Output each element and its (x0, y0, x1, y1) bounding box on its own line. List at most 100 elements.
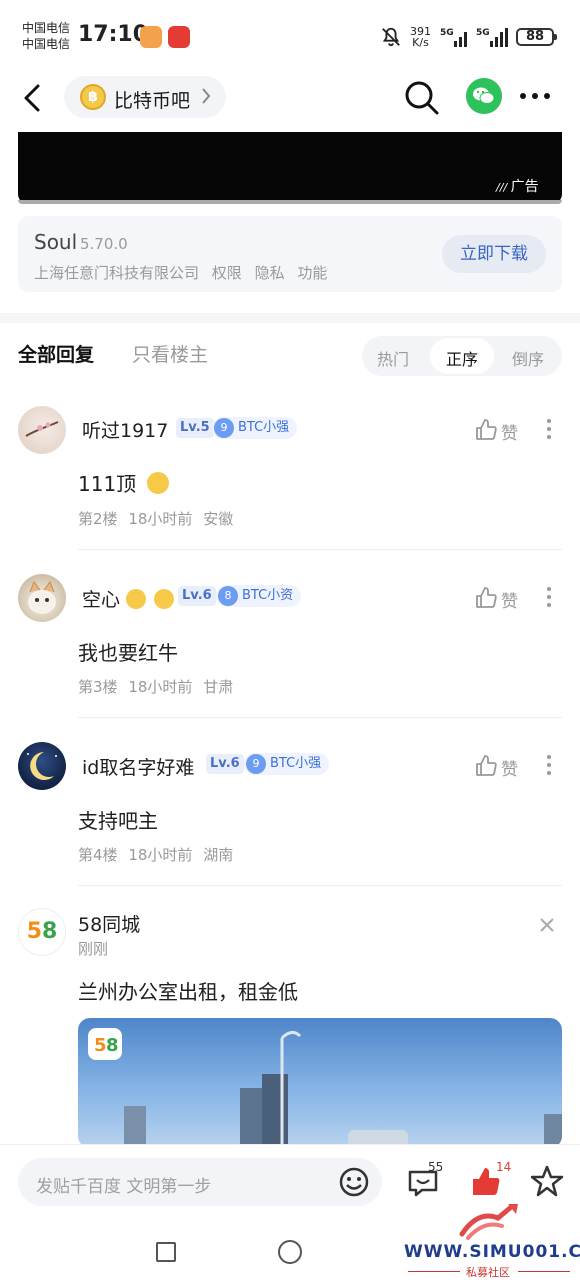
carrier-1: 中国电信 (22, 21, 71, 35)
bitcoin-icon: ฿ (80, 84, 106, 110)
reply-username[interactable]: 听过1917 (82, 416, 168, 443)
user-level-badge: Lv.6 (206, 754, 244, 774)
thumbs-up-icon[interactable] (474, 418, 498, 442)
user-level-badge: Lv.5 (176, 418, 214, 438)
reply-more-icon[interactable] (546, 586, 552, 608)
network-speed-unit: K/s (412, 36, 429, 49)
svg-text:5: 5 (94, 1035, 107, 1056)
watermark-logo-icon (459, 1204, 518, 1240)
recent-apps-button[interactable] (156, 1242, 176, 1262)
star-icon[interactable] (530, 1164, 564, 1198)
reply-floor: 第2楼 (78, 510, 118, 528)
home-button[interactable] (278, 1240, 302, 1264)
wechat-share-icon[interactable] (466, 78, 502, 114)
watermark-rule-right (518, 1271, 570, 1272)
ad-label: /// 广告 (496, 176, 539, 196)
member-rank-number: 8 (218, 586, 238, 606)
mute-bell-icon (382, 27, 400, 47)
reply-username[interactable]: 空心 (82, 585, 175, 612)
sort-hot[interactable]: 热门 (377, 346, 409, 370)
ad-app-name: Soul (34, 230, 78, 254)
ad-link-features[interactable]: 功能 (297, 264, 327, 282)
reply-location: 湖南 (203, 846, 234, 864)
like-label[interactable]: 赞 (501, 419, 518, 444)
reply-username[interactable]: id取名字好难 (82, 753, 194, 780)
carrier-labels: 中国电信 中国电信 (22, 20, 70, 52)
reply-content: 支持吧主 (78, 809, 158, 833)
ad-brand-mark-icon: /// (496, 181, 511, 194)
sort-ascending[interactable]: 正序 (446, 346, 478, 370)
thumbs-up-icon[interactable] (474, 754, 498, 778)
emoji-icon[interactable] (338, 1166, 370, 1198)
watermark-sub: 私募社区 (466, 1266, 510, 1279)
svg-text:8: 8 (106, 1035, 119, 1056)
member-rank-number: 9 (214, 418, 234, 438)
reply-location: 甘肃 (203, 678, 234, 696)
tab-op-only[interactable]: 只看楼主 (132, 340, 208, 367)
back-arrow-icon[interactable] (18, 80, 50, 116)
reply-divider (78, 549, 562, 550)
search-icon[interactable] (402, 78, 440, 116)
user-level-badge: Lv.6 (178, 586, 216, 606)
svg-text:5G: 5G (440, 28, 454, 38)
ad-link-permissions[interactable]: 权限 (212, 264, 242, 282)
ad-video[interactable] (18, 132, 562, 204)
reply-more-icon[interactable] (546, 754, 552, 776)
notification-app-icon-2 (168, 26, 190, 48)
58-logo[interactable]: 58 (18, 908, 66, 956)
watermark-url: WWW.SIMU001.CN (404, 1242, 580, 1262)
avatar[interactable] (18, 742, 66, 790)
close-icon[interactable] (538, 916, 556, 934)
network-speed: 391 K/s (410, 26, 431, 48)
reply-meta: 第2楼 18小时前 安徽 (78, 508, 233, 529)
like-label[interactable]: 赞 (501, 755, 518, 780)
forum-name: 比特币吧 (114, 90, 191, 112)
reply-time: 18小时前 (128, 846, 193, 864)
reply-divider (78, 885, 562, 886)
member-title-text: BTC小资 (242, 588, 294, 603)
member-title-text: BTC小强 (270, 756, 322, 771)
sort-descending[interactable]: 倒序 (512, 346, 544, 370)
avatar[interactable] (18, 406, 66, 454)
watermark-rule-left (408, 1271, 460, 1272)
comment-count: 55 (428, 1160, 444, 1174)
ad-app-version: 5.70.0 (80, 235, 128, 253)
ad-label-text: 广告 (510, 179, 539, 195)
like-label[interactable]: 赞 (501, 587, 518, 612)
svg-text:5G: 5G (476, 28, 490, 38)
moon-avatar-icon (27, 752, 57, 780)
reply-meta: 第4楼 18小时前 湖南 (78, 844, 233, 865)
reply-more-icon[interactable] (546, 418, 552, 440)
grimace-emoji-icon (146, 472, 169, 494)
notification-app-icon (140, 26, 162, 48)
reply-divider (78, 717, 562, 718)
carrier-2: 中国电信 (22, 37, 71, 51)
tab-all-replies[interactable]: 全部回复 (18, 340, 94, 367)
sponsor-image[interactable]: 5 8 (78, 1018, 562, 1148)
reply-floor: 第3楼 (78, 678, 118, 696)
reply-content: 我也要红牛 (78, 641, 178, 665)
status-time: 17:10 (78, 22, 149, 47)
cat-avatar-icon (28, 580, 56, 614)
ad-company: 上海任意门科技有限公司 (34, 264, 200, 282)
avatar[interactable] (18, 574, 66, 622)
more-options-icon[interactable] (518, 90, 552, 102)
city-skyline-image: 5 8 (88, 1028, 562, 1148)
sponsor-name[interactable]: 58同城 (78, 910, 140, 937)
signal-5g-icon: 5G (440, 28, 467, 47)
like-count: 14 (496, 1160, 512, 1174)
ad-meta: 上海任意门科技有限公司 权限 隐私 功能 (34, 262, 327, 283)
member-title-text: BTC小强 (238, 420, 290, 435)
thumbs-up-icon[interactable] (474, 586, 498, 610)
sponsor-text[interactable]: 兰州办公室出租，租金低 (78, 976, 298, 1005)
reply-location: 安徽 (203, 510, 234, 528)
reply-input-placeholder: 发贴千百度 文明第一步 (36, 1177, 212, 1197)
chevron-right-icon (202, 88, 211, 104)
battery-indicator: 88 (516, 28, 557, 46)
ad-video-progress (18, 200, 562, 204)
reply-content: 111顶 (78, 468, 169, 497)
ad-download-button[interactable]: 立即下载 (442, 235, 546, 273)
ad-link-privacy[interactable]: 隐私 (255, 264, 285, 282)
signal-5g-icon-2: 5G (476, 28, 508, 47)
section-separator (0, 313, 580, 323)
